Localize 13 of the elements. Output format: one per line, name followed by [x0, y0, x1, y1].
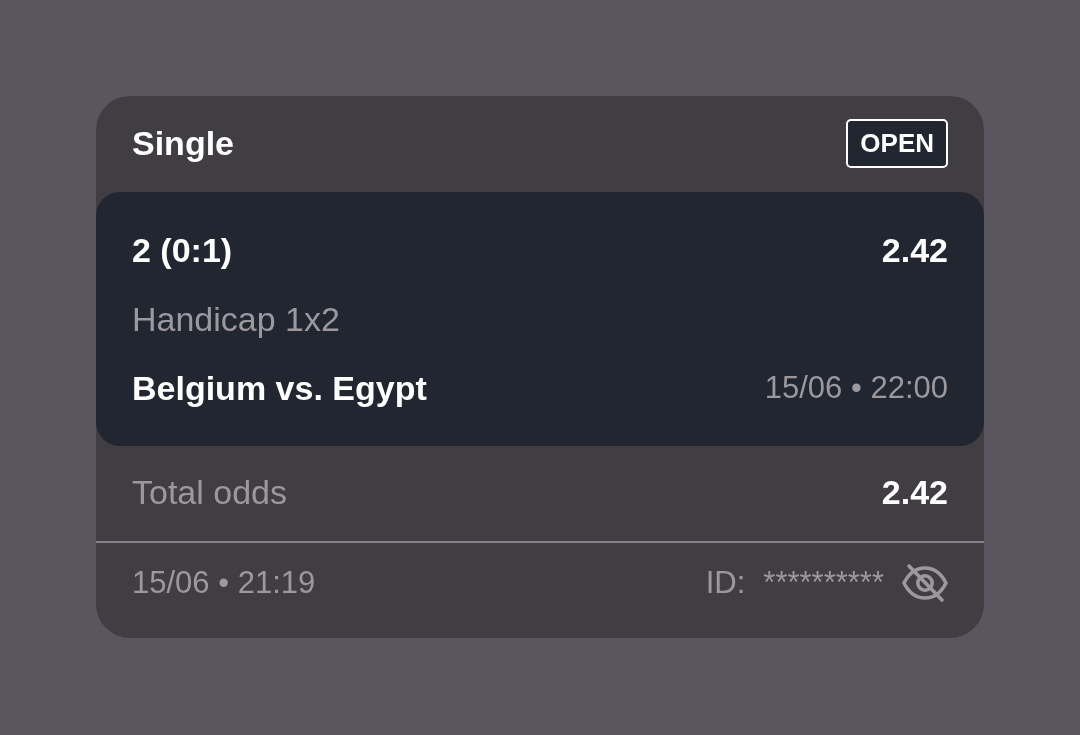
total-odds-label: Total odds — [132, 472, 287, 512]
bet-type-title: Single — [132, 123, 235, 163]
placed-time: 15/06 • 21:19 — [132, 564, 316, 602]
status-badge: OPEN — [846, 118, 948, 168]
pick-label: 2 (0:1) — [132, 230, 233, 270]
total-odds-value: 2.42 — [881, 472, 948, 512]
event-start-time: 15/06 • 22:00 — [764, 369, 948, 407]
event-name: Belgium vs. Egypt — [132, 368, 427, 408]
eye-slash-icon[interactable] — [902, 563, 948, 603]
id-value: ********** — [763, 564, 884, 602]
pick-odds: 2.42 — [881, 230, 948, 270]
market-label: Handicap 1x2 — [132, 299, 340, 339]
id-label: ID: — [705, 564, 746, 602]
